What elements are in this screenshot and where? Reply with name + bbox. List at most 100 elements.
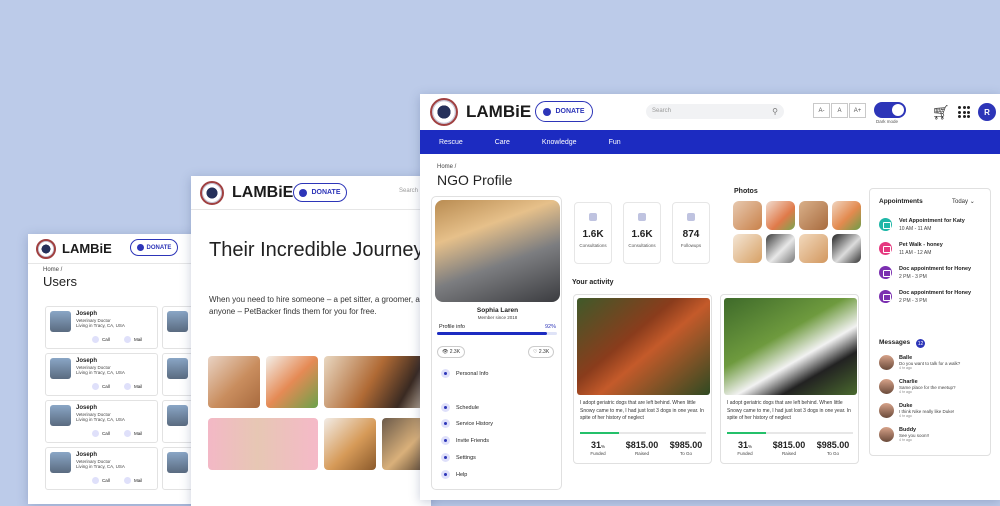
appointments-title: Appointments (879, 198, 923, 205)
gallery-photo[interactable] (832, 234, 861, 263)
user-location: Living in Tracy, CA, USA (76, 323, 125, 328)
donate-icon (136, 244, 144, 251)
message-item[interactable]: Buddy See you soon!! 4 hr ago (879, 427, 929, 442)
main-nav: Rescue Care Knowledge Fun (420, 130, 1000, 154)
nav-knowledge[interactable]: Knowledge (542, 139, 577, 146)
panda-photo (724, 298, 857, 395)
dark-mode-toggle[interactable] (874, 102, 906, 118)
font-increase-button[interactable]: A+ (849, 103, 866, 118)
avatar (50, 358, 71, 379)
user-card[interactable]: Joseph Veterinary Doctor Living in Tracy… (45, 353, 158, 396)
user-card[interactable]: Joseph Veterinary Doctor Living in Tracy… (45, 447, 158, 490)
font-default-button[interactable]: A (831, 103, 848, 118)
calendar-icon (879, 266, 892, 279)
message-item[interactable]: Charlie Same place for the meetup? 4 hr ag… (879, 379, 956, 394)
search-input[interactable]: Search ⚲ (646, 104, 784, 119)
profile-name: Sophia Laren (476, 307, 519, 314)
menu-service-history[interactable]: Service History (441, 419, 493, 428)
nav-rescue[interactable]: Rescue (439, 139, 463, 146)
call-button[interactable]: Call (92, 477, 110, 484)
gallery-photo[interactable] (766, 234, 795, 263)
user-location: Living in Tracy, CA, USA (76, 370, 125, 375)
calendar-icon (441, 403, 450, 412)
brand-name: LAMBiE (466, 102, 532, 121)
stat-card: 1.6K Consultations (574, 202, 612, 264)
mail-button[interactable]: Mail (124, 383, 142, 390)
activity-card[interactable]: I adopt geriatric dogs that are left beh… (573, 294, 712, 464)
user-card[interactable]: Joseph Veterinary Doctor Living in Tracy… (45, 306, 158, 349)
avatar (50, 452, 71, 473)
date-filter-dropdown[interactable]: Today ⌄ (952, 198, 975, 205)
menu-help[interactable]: Help (441, 470, 467, 479)
calendar-icon (879, 290, 892, 303)
menu-settings[interactable]: Settings (441, 453, 476, 462)
activity-title: Your activity (572, 279, 614, 286)
donate-icon (543, 107, 552, 116)
views-badge[interactable]: 👁︎ 2.3K (437, 346, 466, 358)
menu-invite-friends[interactable]: Invite Friends (441, 436, 489, 445)
mail-button[interactable]: Mail (124, 430, 142, 437)
headline: Their Incredible Journey (209, 239, 424, 261)
gallery-photo[interactable] (799, 234, 828, 263)
messages-count-badge: 12 (916, 339, 925, 348)
avatar (50, 311, 71, 332)
gallery-photo[interactable] (766, 201, 795, 230)
call-button[interactable]: Call (92, 383, 110, 390)
font-decrease-button[interactable]: A- (813, 103, 830, 118)
nav-care[interactable]: Care (495, 139, 510, 146)
appointment-item[interactable]: Vet Appointment for Katy 10 AM - 11 AM (879, 218, 965, 232)
gallery-photo[interactable] (799, 201, 828, 230)
stat-card: 874 Followups (672, 202, 710, 264)
likes-badge[interactable]: ♡ 2.3K (528, 346, 555, 358)
mail-icon (124, 383, 131, 390)
apps-grid-icon[interactable] (958, 106, 970, 118)
mail-icon (124, 430, 131, 437)
cart-icon[interactable]: 🛒︎ (932, 104, 950, 121)
photos-title: Photos (734, 188, 758, 195)
donate-button[interactable]: DONATE (535, 101, 593, 122)
calendar-icon (879, 242, 892, 255)
breadcrumb[interactable]: Home / (437, 164, 456, 170)
funded-label: Funded (737, 451, 753, 456)
raised-label: Raised (781, 451, 796, 456)
phone-icon (92, 430, 99, 437)
raised-value: $815.00 (772, 440, 806, 450)
mail-button[interactable]: Mail (124, 477, 142, 484)
nav-fun[interactable]: Fun (609, 139, 621, 146)
appointments-panel: Appointments Today ⌄ Vet Appointment for… (869, 188, 991, 456)
call-button[interactable]: Call (92, 336, 110, 343)
appointment-item[interactable]: Doc appointment for Honey 2 PM - 3 PM (879, 290, 971, 304)
appointment-item[interactable]: Doc appointment for Honey 2 PM - 3 PM (879, 266, 971, 280)
message-item[interactable]: Balle Do you want to talk for a walk? 4 hr… (879, 355, 960, 370)
lambie-logo[interactable] (200, 180, 224, 205)
gallery-photo[interactable] (733, 201, 762, 230)
lambie-logo[interactable] (430, 98, 458, 126)
breadcrumb[interactable]: Home / (43, 267, 62, 273)
menu-personal-info[interactable]: Personal Info (441, 369, 488, 378)
donate-button[interactable]: DONATE (130, 239, 178, 256)
search-input[interactable]: Search (399, 188, 418, 194)
gallery-photo[interactable] (733, 234, 762, 263)
profile-percent: 92% (545, 324, 557, 330)
brand-name: LAMBiE (62, 241, 112, 256)
header: LAMBiE DONATE Search ⚲ A- A A+ Dark mode … (420, 94, 1000, 130)
avatar (167, 311, 188, 332)
user-avatar[interactable]: R (978, 103, 996, 121)
call-button[interactable]: Call (92, 430, 110, 437)
phone-icon (92, 383, 99, 390)
lambie-logo[interactable] (36, 238, 56, 259)
activity-card[interactable]: I adopt geriatric dogs that are left beh… (720, 294, 859, 464)
profile-progress-bar (437, 332, 557, 335)
donate-button[interactable]: DONATE (293, 183, 347, 202)
gallery-photo[interactable] (832, 201, 861, 230)
to-go-label: To Go (679, 451, 692, 456)
user-name: Joseph (76, 405, 98, 411)
history-icon (441, 419, 450, 428)
menu-schedule[interactable]: Schedule (441, 403, 479, 412)
mail-button[interactable]: Mail (124, 336, 142, 343)
kittens-photo (208, 356, 260, 408)
user-card[interactable]: Joseph Veterinary Doctor Living in Tracy… (45, 400, 158, 443)
appointment-item[interactable]: Pet Walk - honey 11 AM - 12 AM (879, 242, 943, 256)
message-item[interactable]: Duke I think Nike really like Duke! 4 hr a… (879, 403, 954, 418)
journey-window: LAMBiE DONATE Search Their Incredible Jo… (191, 176, 431, 506)
